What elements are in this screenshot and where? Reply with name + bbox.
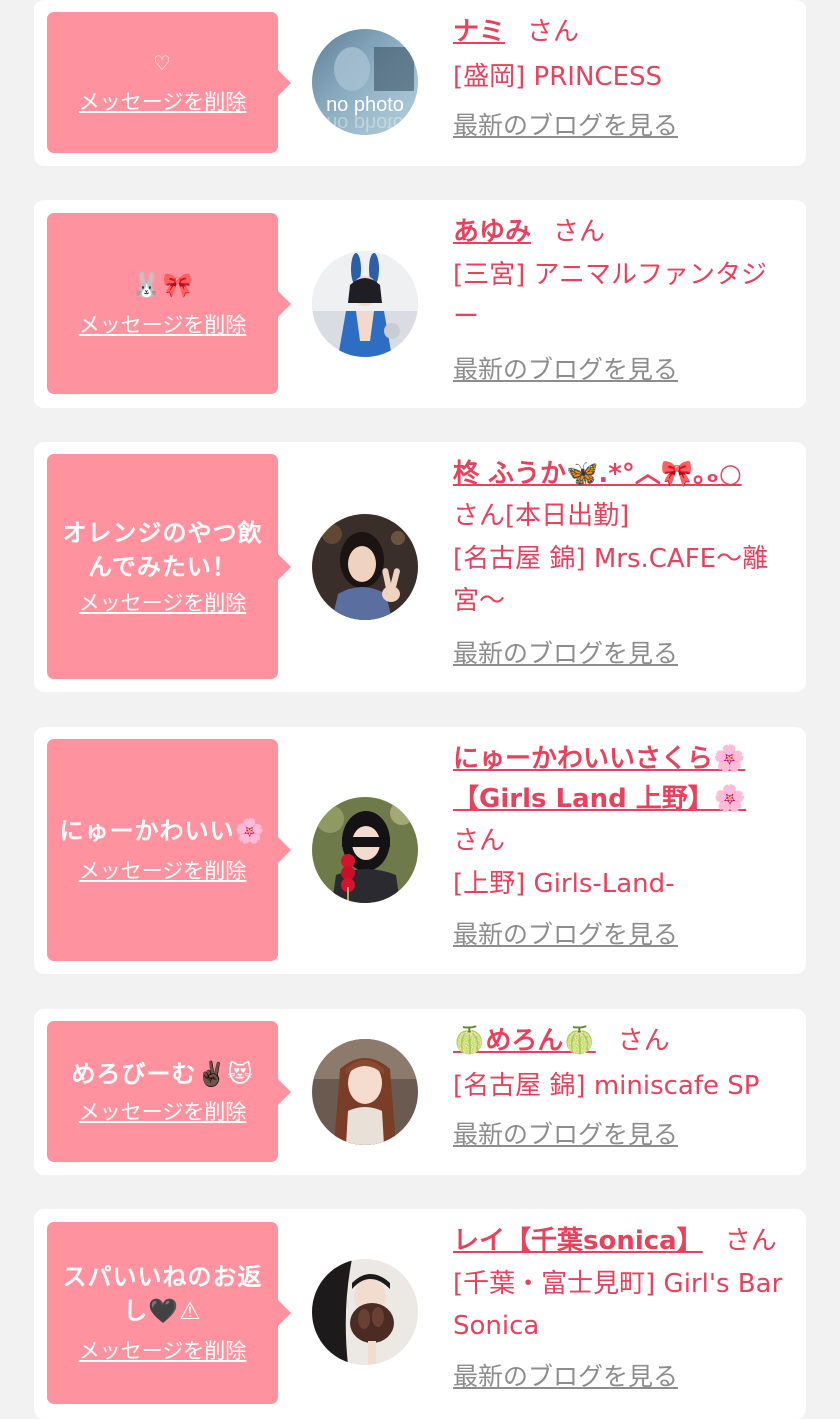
message-bubble: にゅーかわいい🌸 メッセージを削除 bbox=[47, 739, 291, 961]
sender-name-line: ナミ さん bbox=[453, 12, 793, 52]
shop-label: [名古屋 錦] miniscafe SP bbox=[453, 1071, 760, 1101]
candy-apple-avatar-image bbox=[312, 797, 418, 903]
svg-text:no photo: no photo bbox=[326, 112, 404, 134]
avatar[interactable]: no photo no photo bbox=[312, 29, 418, 135]
bunny-costume-avatar-image bbox=[312, 251, 418, 357]
delete-message-link[interactable]: メッセージを削除 bbox=[79, 588, 247, 618]
message-card: めろびーむ✌🏿😻 メッセージを削除 🍈めろん🍈 さん [名古屋 錦] minisc… bbox=[34, 1009, 806, 1175]
message-card: 🐰🎀 メッセージを削除 あゆみ さん [三宮] アニマルファンタジー 最新のブログ… bbox=[34, 200, 806, 408]
glove-avatar-image bbox=[312, 1259, 418, 1365]
sender-name-line: にゅーかわいいさくら🌸【Girls Land 上野】🌸 bbox=[453, 739, 793, 819]
sender-name-link[interactable]: あゆみ bbox=[453, 217, 531, 247]
shop-label: [盛岡] PRINCESS bbox=[453, 62, 663, 92]
delete-message-link[interactable]: メッセージを削除 bbox=[79, 856, 247, 886]
sender-suffix-line: さん[本日出勤] bbox=[453, 496, 793, 536]
sender-name-link[interactable]: 🍈めろん🍈 bbox=[453, 1026, 596, 1056]
message-list: ♡ メッセージを削除 no photo no photo ナミ さん [盛岡] … bbox=[0, 0, 840, 1419]
message-text: ♡ bbox=[153, 50, 172, 75]
sender-suffix-line: さん bbox=[453, 821, 793, 861]
sender-info: あゆみ さん [三宮] アニマルファンタジー 最新のブログを見る bbox=[453, 212, 793, 388]
long-hair-avatar-image bbox=[312, 1039, 418, 1145]
message-card: オレンジのやつ飲んでみたい！ メッセージを削除 柊 ふうか🦋.*°︿🎀｡ₒ○ さ bbox=[34, 442, 806, 692]
sender-info: 柊 ふうか🦋.*°︿🎀｡ₒ○ さん[本日出勤] [名古屋 錦] Mrs.CAFE… bbox=[453, 454, 793, 672]
peace-sign-avatar-image bbox=[312, 514, 418, 620]
no-photo-avatar-image: no photo no photo bbox=[312, 29, 418, 135]
message-card: ♡ メッセージを削除 no photo no photo ナミ さん [盛岡] … bbox=[34, 0, 806, 166]
message-card: にゅーかわいい🌸 メッセージを削除 にゅーかわいいさくら🌸【Girls Land… bbox=[34, 727, 806, 974]
message-bubble: めろびーむ✌🏿😻 メッセージを削除 bbox=[47, 1021, 291, 1162]
latest-blog-link[interactable]: 最新のブログを見る bbox=[453, 352, 678, 388]
message-text: オレンジのやつ飲んでみたい！ bbox=[62, 518, 263, 581]
sender-info: レイ【千葉sonica】 さん [千葉・富士見町] Girl's Bar Soni… bbox=[453, 1221, 793, 1395]
shop-label: [千葉・富士見町] Girl's Bar Sonica bbox=[453, 1269, 783, 1341]
avatar[interactable] bbox=[312, 797, 418, 903]
latest-blog-link[interactable]: 最新のブログを見る bbox=[453, 917, 678, 953]
latest-blog-link[interactable]: 最新のブログを見る bbox=[453, 1117, 678, 1153]
sender-name-link[interactable]: にゅーかわいいさくら🌸【Girls Land 上野】🌸 bbox=[453, 744, 746, 814]
latest-blog-link[interactable]: 最新のブログを見る bbox=[453, 636, 678, 672]
sender-name-link[interactable]: 柊 ふうか🦋.*°︿🎀｡ₒ○ bbox=[453, 459, 742, 489]
sender-info: ナミ さん [盛岡] PRINCESS 最新のブログを見る bbox=[453, 12, 793, 144]
avatar[interactable] bbox=[312, 1039, 418, 1145]
message-text: にゅーかわいい🌸 bbox=[59, 817, 266, 845]
honorific: さん bbox=[617, 1026, 670, 1056]
shop-label: [上野] Girls-Land- bbox=[453, 869, 675, 899]
sender-name-link[interactable]: レイ【千葉sonica】 bbox=[453, 1226, 703, 1256]
message-text: めろびーむ✌🏿😻 bbox=[71, 1059, 254, 1088]
message-card: スパいいねのお返し🖤⚠ メッセージを削除 レイ【千葉sonica】 さん [千葉・… bbox=[34, 1209, 806, 1419]
delete-message-link[interactable]: メッセージを削除 bbox=[79, 1336, 247, 1366]
message-text: スパいいねのお返し🖤⚠ bbox=[62, 1263, 263, 1325]
honorific: さん bbox=[553, 217, 606, 247]
shop-label: [名古屋 錦] Mrs.CAFE～離宮～ bbox=[453, 544, 769, 616]
latest-blog-link[interactable]: 最新のブログを見る bbox=[453, 1359, 678, 1395]
sender-name-line: あゆみ さん bbox=[453, 212, 793, 252]
message-bubble: 🐰🎀 メッセージを削除 bbox=[47, 213, 291, 394]
latest-blog-link[interactable]: 最新のブログを見る bbox=[453, 108, 678, 144]
avatar[interactable] bbox=[312, 1259, 418, 1365]
sender-name-line: レイ【千葉sonica】 さん bbox=[453, 1221, 793, 1261]
shop-label: [三宮] アニマルファンタジー bbox=[453, 260, 768, 332]
avatar[interactable] bbox=[312, 514, 418, 620]
sender-name-line: 🍈めろん🍈 さん bbox=[453, 1021, 793, 1061]
attendance-status: [本日出勤] bbox=[505, 501, 630, 531]
sender-name-line: 柊 ふうか🦋.*°︿🎀｡ₒ○ bbox=[453, 454, 793, 494]
delete-message-link[interactable]: メッセージを削除 bbox=[79, 1097, 247, 1127]
sender-info: にゅーかわいいさくら🌸【Girls Land 上野】🌸 さん [上野] Girl… bbox=[453, 739, 793, 953]
sender-info: 🍈めろん🍈 さん [名古屋 錦] miniscafe SP 最新のブログを見る bbox=[453, 1021, 793, 1153]
delete-message-link[interactable]: メッセージを削除 bbox=[79, 310, 247, 340]
message-bubble: オレンジのやつ飲んでみたい！ メッセージを削除 bbox=[47, 454, 291, 679]
message-bubble: ♡ メッセージを削除 bbox=[47, 12, 291, 153]
avatar[interactable] bbox=[312, 251, 418, 357]
honorific: さん bbox=[724, 1226, 777, 1256]
delete-message-link[interactable]: メッセージを削除 bbox=[79, 87, 247, 117]
honorific: さん bbox=[453, 826, 506, 856]
message-text: 🐰🎀 bbox=[131, 270, 194, 299]
honorific: さん bbox=[453, 501, 506, 531]
honorific: さん bbox=[527, 17, 580, 47]
sender-name-link[interactable]: ナミ bbox=[453, 17, 505, 47]
message-bubble: スパいいねのお返し🖤⚠ メッセージを削除 bbox=[47, 1222, 291, 1404]
